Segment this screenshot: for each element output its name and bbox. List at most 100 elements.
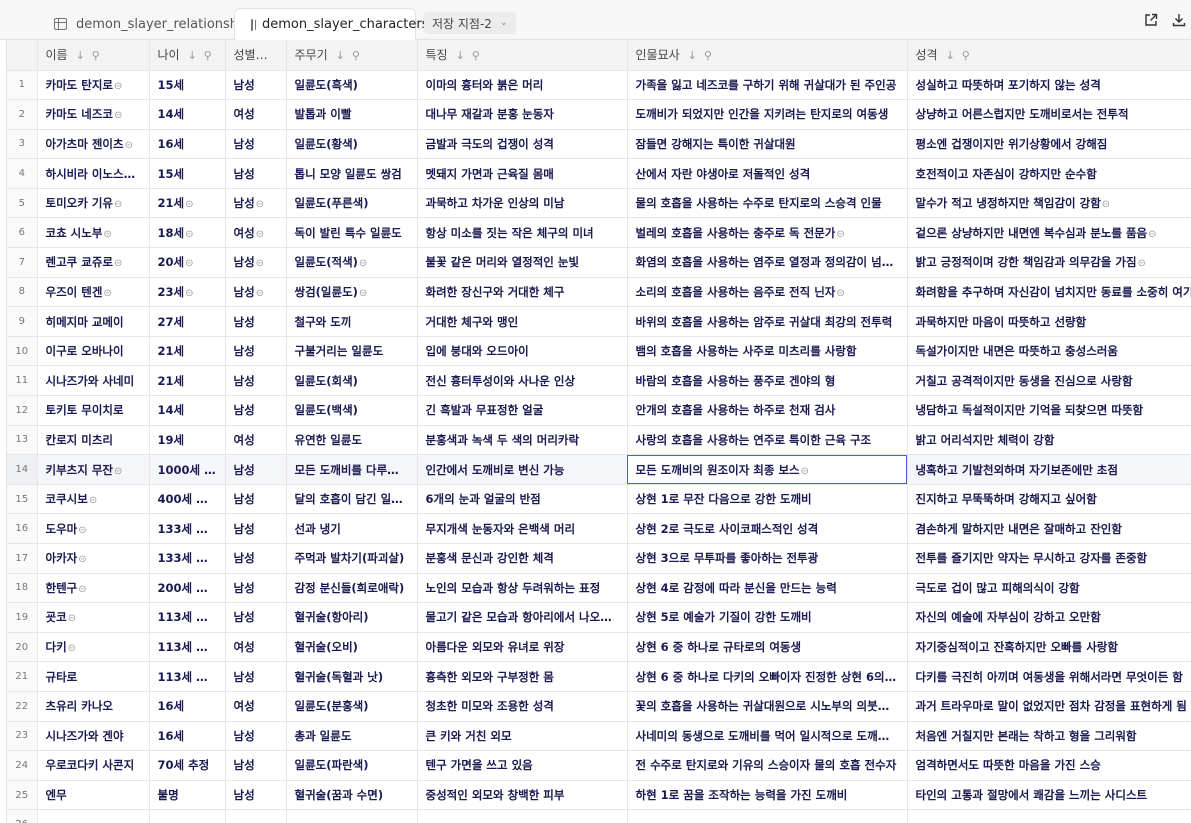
table-cell[interactable]: 70세 추정 bbox=[149, 750, 226, 781]
table-cell[interactable]: 규타로 bbox=[37, 661, 150, 692]
column-header[interactable]: 주무기 ↓ ⚲ bbox=[286, 40, 418, 71]
table-cell[interactable]: 남성 bbox=[225, 750, 287, 781]
table-cell[interactable]: 총과 일륜도 bbox=[286, 721, 418, 752]
column-header[interactable]: 성격 ↓ ⚲ bbox=[907, 40, 1191, 71]
table-cell[interactable]: 전신 흉터투성이와 사나운 인상 bbox=[417, 365, 628, 397]
table-cell[interactable]: 잠들면 강해지는 특이한 귀살대원 bbox=[627, 129, 908, 160]
table-cell[interactable]: 처음엔 거칠지만 본래는 착하고 형을 그리워함 bbox=[907, 721, 1191, 752]
table-cell[interactable]: 여성 bbox=[225, 99, 287, 130]
table-cell[interactable]: 대나무 재갈과 분홍 눈동자 bbox=[417, 99, 628, 130]
table-cell[interactable]: 혈귀술(독혈과 낫) bbox=[286, 661, 418, 692]
table-cell[interactable]: 바람의 호흡을 사용하는 풍주로 겐야의 형 bbox=[627, 365, 908, 397]
table-cell[interactable]: 27세 bbox=[149, 306, 226, 337]
table-cell[interactable]: 이구로 오바나이 bbox=[37, 336, 150, 367]
table-cell[interactable]: 일륜도(백색) bbox=[286, 395, 418, 426]
table-cell[interactable]: 냉혹하고 기발천외하며 자기보존에만 초점 bbox=[907, 454, 1191, 485]
table-cell[interactable]: 남성 bbox=[225, 129, 287, 160]
table-cell[interactable]: 15세 bbox=[149, 158, 226, 189]
table-cell[interactable]: 남성 bbox=[225, 602, 287, 633]
table-cell[interactable]: 극도로 겁이 많고 피해의식이 강함 bbox=[907, 573, 1191, 604]
table-cell[interactable]: 큰 키와 거친 외모 bbox=[417, 721, 628, 752]
table-cell[interactable]: 23세⊝ bbox=[149, 277, 226, 308]
table-cell[interactable]: 혈귀술(항아리) bbox=[286, 602, 418, 633]
column-header[interactable]: 성별 ↓ ⚲ bbox=[225, 40, 287, 71]
table-cell[interactable]: 평소엔 겁쟁이지만 위기상황에서 강해짐 bbox=[907, 129, 1191, 160]
table-cell[interactable]: 상현 6 중 하나로 규타로의 여동생 bbox=[627, 632, 908, 663]
table-cell[interactable]: 톱니 모양 일륜도 쌍검 bbox=[286, 158, 418, 189]
table-cell[interactable]: 상냥하고 어른스럽지만 도깨비로서는 전투적 bbox=[907, 99, 1191, 130]
table-cell[interactable]: 유연한 일륜도 bbox=[286, 425, 418, 456]
table-cell[interactable]: 불꽃 같은 머리와 열정적인 눈빛 bbox=[417, 247, 628, 278]
table-cell[interactable]: 전투를 즐기지만 약자는 무시하고 강자를 존중함 bbox=[907, 543, 1191, 574]
table-cell[interactable]: 냉담하고 독설적이지만 기억을 되찾으면 따뜻함 bbox=[907, 395, 1191, 426]
table-cell[interactable]: 말수가 적고 냉정하지만 책임감이 강함⊝ bbox=[907, 188, 1191, 219]
table-cell[interactable]: 19세 bbox=[149, 425, 226, 456]
table-cell[interactable]: 진지하고 무뚝뚝하며 강해지고 싶어함 bbox=[907, 484, 1191, 515]
table-cell[interactable]: 16세 bbox=[149, 721, 226, 752]
table-cell[interactable]: 타인의 고통과 절망에서 쾌감을 느끼는 사디스트 bbox=[907, 780, 1191, 811]
table-cell[interactable] bbox=[417, 809, 628, 823]
table-cell[interactable]: 남성⊝ bbox=[225, 188, 287, 219]
table-cell[interactable]: 토미오카 기유⊝ bbox=[37, 188, 150, 219]
table-cell[interactable]: 14세 bbox=[149, 395, 226, 426]
table-cell[interactable]: 남성 bbox=[225, 661, 287, 692]
table-cell[interactable]: 벌레의 호흡을 사용하는 충주로 독 전문가⊝ bbox=[627, 217, 908, 249]
table-cell[interactable]: 하시비라 이노스케 ⊝ bbox=[37, 158, 150, 189]
table-cell[interactable]: 이마의 흉터와 붉은 머리 bbox=[417, 70, 628, 101]
table-cell[interactable]: 일륜도(회색) bbox=[286, 365, 418, 397]
table-cell[interactable]: 발톱과 이빨 bbox=[286, 99, 418, 130]
table-cell[interactable]: 여성 bbox=[225, 425, 287, 456]
table-cell[interactable]: 산에서 자란 야생아로 저돌적인 성격 bbox=[627, 158, 908, 189]
table-cell[interactable]: 21세⊝ bbox=[149, 188, 226, 219]
table-cell[interactable] bbox=[225, 809, 287, 823]
table-cell[interactable]: 감정 분신들(희로애락) bbox=[286, 573, 418, 604]
table-cell[interactable]: 아름다운 외모와 유녀로 위장 bbox=[417, 632, 628, 663]
table-cell[interactable]: 호전적이고 자존심이 강하지만 순수함 bbox=[907, 158, 1191, 189]
table-cell[interactable]: 모든 도깨비의 원조이자 최종 보스⊝ bbox=[627, 454, 908, 485]
table-cell[interactable]: 금발과 극도의 겁쟁이 성격 bbox=[417, 129, 628, 160]
table-cell[interactable] bbox=[37, 809, 150, 823]
table-cell[interactable]: 키부츠지 무잔⊝ bbox=[37, 454, 150, 485]
table-cell[interactable]: 코쿠시보⊝ bbox=[37, 484, 150, 515]
table-cell[interactable]: 15세 bbox=[149, 70, 226, 101]
table-cell[interactable]: 밝고 어리석지만 체력이 강함 bbox=[907, 425, 1191, 456]
table-cell[interactable]: 불명 bbox=[149, 780, 226, 811]
tab-relationships[interactable]: demon_slayer_relationships bbox=[40, 8, 257, 40]
table-cell[interactable]: 우즈이 텐겐⊝ bbox=[37, 277, 150, 308]
table-cell[interactable]: 16세 bbox=[149, 691, 226, 722]
table-cell[interactable]: 코쵸 시노부⊝ bbox=[37, 217, 150, 249]
table-cell[interactable]: 엔무 bbox=[37, 780, 150, 811]
table-cell[interactable]: 인간에서 도깨비로 변신 가능 bbox=[417, 454, 628, 485]
table-cell[interactable]: 상현 4로 감정에 따라 분신을 만드는 능력 bbox=[627, 573, 908, 604]
table-cell[interactable]: 남성 bbox=[225, 721, 287, 752]
table-cell[interactable]: 입에 붕대와 오드아이 bbox=[417, 336, 628, 367]
table-cell[interactable]: 사네미의 동생으로 도깨비를 먹어 일시적으로 도깨비화하는 능력 bbox=[627, 721, 908, 752]
table-cell[interactable]: 츠유리 카나오 bbox=[37, 691, 150, 722]
table-cell[interactable]: 14세 bbox=[149, 99, 226, 130]
table-cell[interactable]: 무지개색 눈동자와 은백색 머리 bbox=[417, 513, 628, 544]
table-cell[interactable]: 한텐구⊝ bbox=[37, 573, 150, 604]
table-cell[interactable]: 과묵하고 차가운 인상의 미남 bbox=[417, 188, 628, 219]
table-cell[interactable]: 일륜도(푸른색) bbox=[286, 188, 418, 219]
table-cell[interactable]: 물의 호흡을 사용하는 수주로 탄지로의 스승격 인물 bbox=[627, 188, 908, 219]
table-cell[interactable]: 모든 도깨비를 다루는 능력 bbox=[286, 454, 418, 485]
table-cell[interactable]: 토키토 무이치로 bbox=[37, 395, 150, 426]
table-cell[interactable]: 남성 bbox=[225, 484, 287, 515]
table-cell[interactable] bbox=[149, 809, 226, 823]
table-cell[interactable]: 일륜도(적색)⊝ bbox=[286, 247, 418, 278]
table-cell[interactable]: 남성 bbox=[225, 70, 287, 101]
table-cell[interactable]: 여성 bbox=[225, 691, 287, 722]
table-cell[interactable]: 청초한 미모와 조용한 성격 bbox=[417, 691, 628, 722]
table-cell[interactable]: 겸손하게 말하지만 내면은 잘매하고 잔인함 bbox=[907, 513, 1191, 544]
table-cell[interactable]: 113세 이상 bbox=[149, 661, 226, 692]
table-cell[interactable]: 분홍색 문신과 강인한 체격 bbox=[417, 543, 628, 574]
table-cell[interactable]: 21세 bbox=[149, 336, 226, 367]
table-cell[interactable]: 113세 이상⊝ bbox=[149, 632, 226, 663]
data-grid[interactable]: 이름 ↓ ⚲ 나이 ↓ ⚲ 성별 ↓ ⚲ 주무기 ↓ ⚲ 특징 ↓ ⚲ 인물묘사 ↓ ⚲ 성… bbox=[6, 40, 1191, 823]
table-cell[interactable]: 과묵하지만 마음이 따뜻하고 선량함 bbox=[907, 306, 1191, 337]
table-cell[interactable]: 남성⊝ bbox=[225, 277, 287, 308]
table-cell[interactable]: 안개의 호흡을 사용하는 하주로 천재 검사 bbox=[627, 395, 908, 426]
table-cell[interactable]: 시나즈가와 사네미 bbox=[37, 365, 150, 397]
table-cell[interactable]: 일륜도(황색) bbox=[286, 129, 418, 160]
table-cell[interactable]: 400세 이상 bbox=[149, 484, 226, 515]
